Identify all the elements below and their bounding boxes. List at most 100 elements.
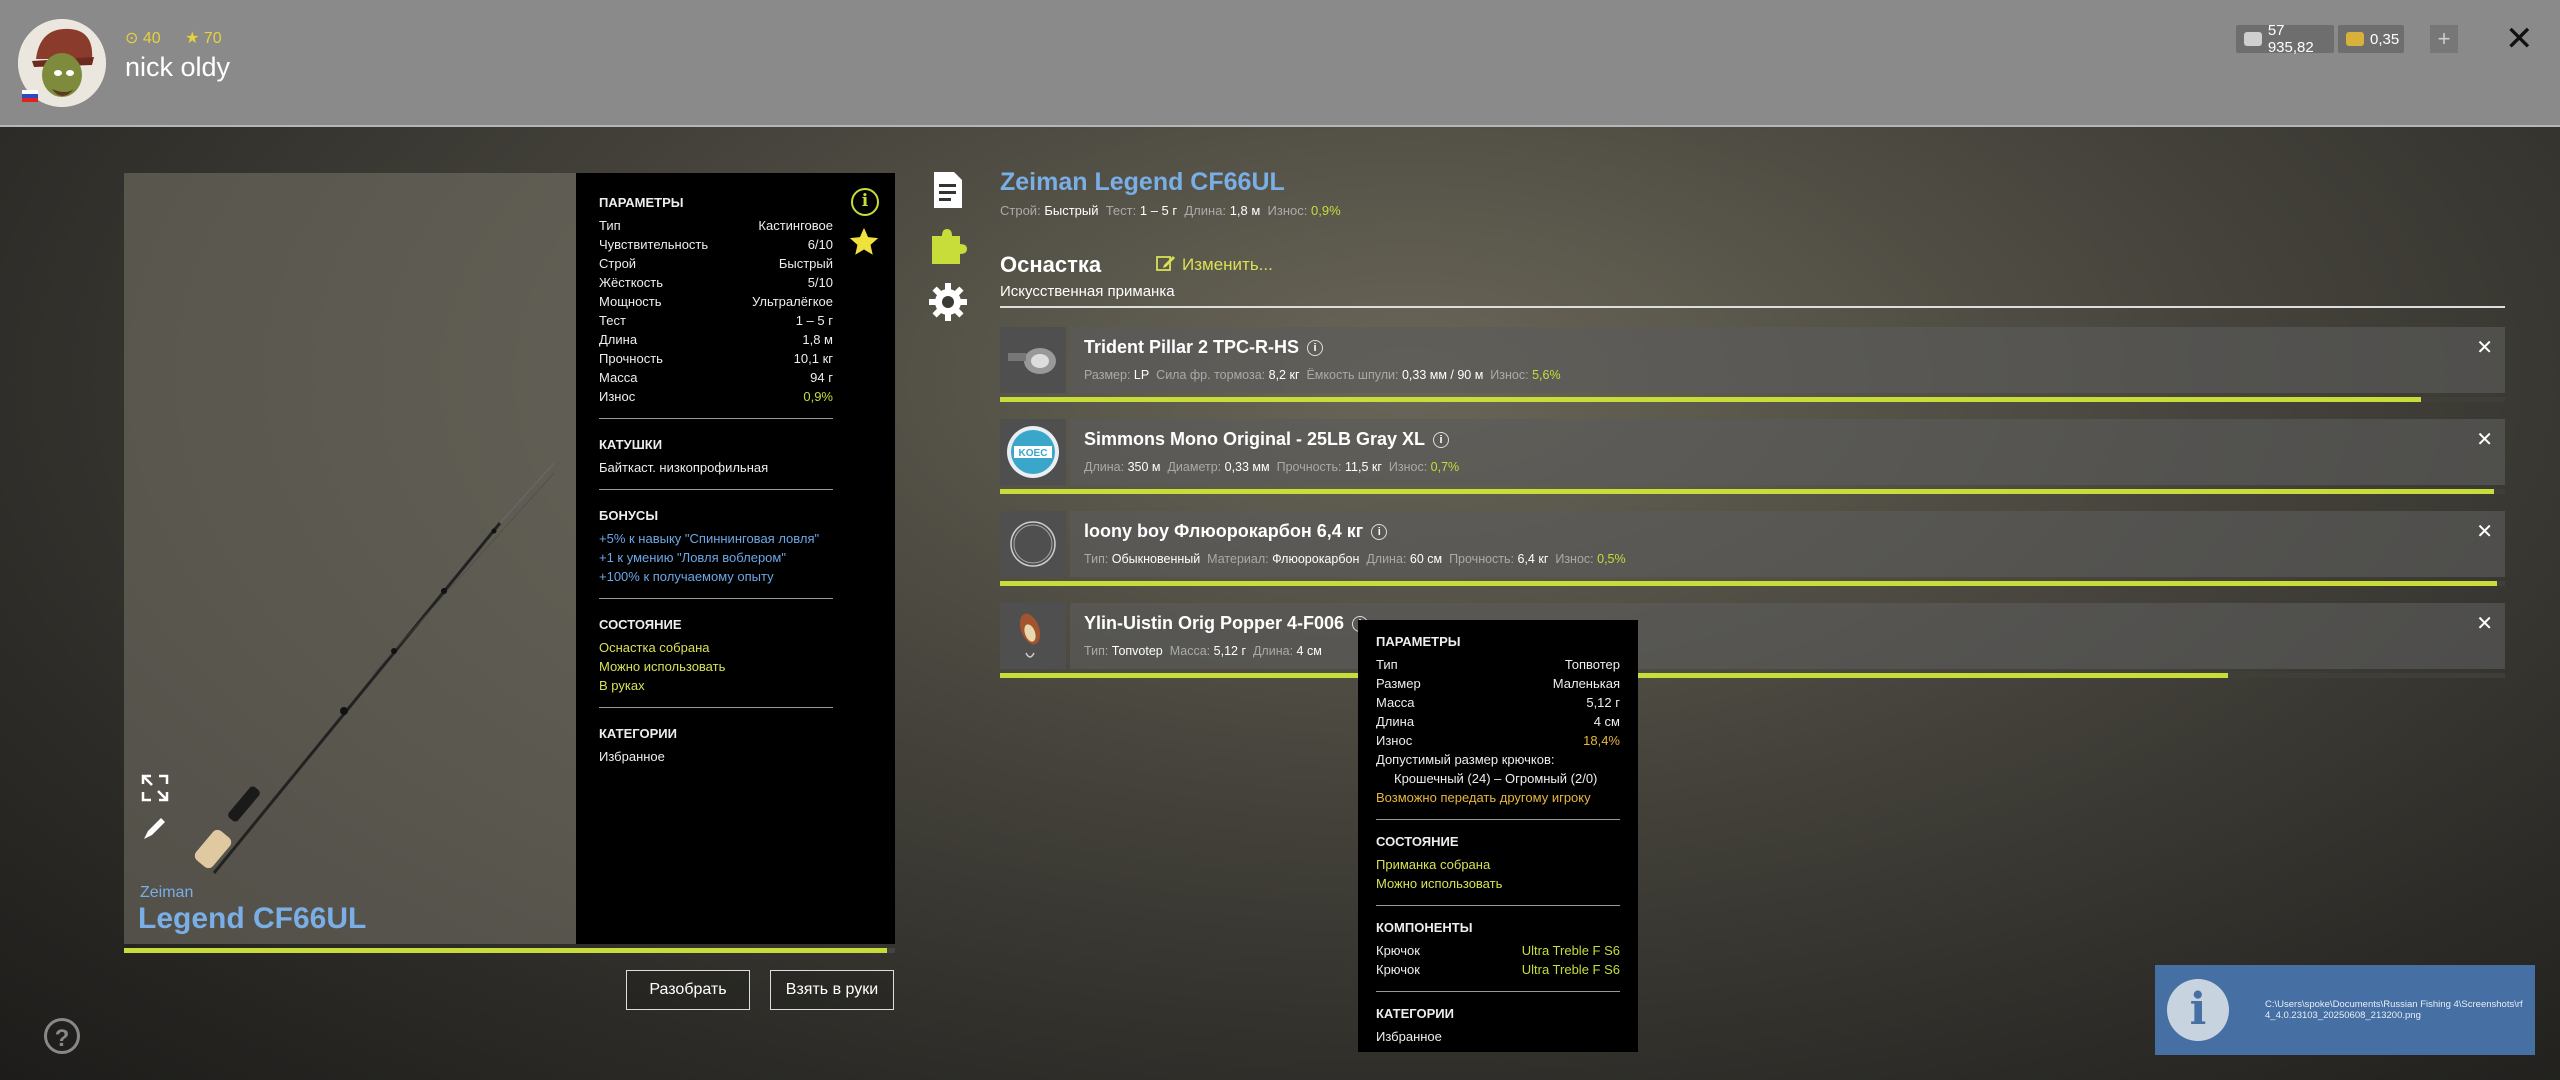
divider <box>599 489 833 490</box>
item-name: Ylin-Uistin Orig Popper 4-F006i <box>1084 613 1369 634</box>
reels-value: Байткаст. низкопрофильная <box>599 460 769 475</box>
tackle-item-lure[interactable]: Ylin-Uistin Orig Popper 4-F006i Тип: Топ… <box>1000 603 2505 669</box>
tooltip-category-title: КАТЕГОРИИ <box>1376 1006 1454 1021</box>
rod-image <box>194 462 555 874</box>
gold-coins-icon <box>2346 32 2364 46</box>
tackle-subtitle: Искусственная приманка <box>1000 283 1175 300</box>
item-name: Trident Pillar 2 TPC-R-HS i <box>1084 337 1324 358</box>
fullscreen-icon[interactable] <box>140 773 170 803</box>
info-icon[interactable]: i <box>1371 524 1388 540</box>
tooltip-row: Размер Маленькая <box>1376 676 1620 691</box>
edit-pencil-icon[interactable] <box>140 813 170 843</box>
item-condition-bar <box>1000 397 2421 402</box>
state-item: Можно использовать <box>1376 876 1503 891</box>
screenshot-notification[interactable]: i C:\Users\spoke\Documents\Russian Fishi… <box>2155 965 2535 1055</box>
item-specs: Тип: Топvotер Масса: 5,12 г Длина: 4 см <box>1084 644 1322 658</box>
transfer-note: Возможно передать другому игроку <box>1376 790 1591 805</box>
puzzle-icon[interactable] <box>928 226 968 266</box>
gear-icon[interactable] <box>928 282 968 322</box>
change-tackle-link[interactable]: Изменить... <box>1156 254 1273 275</box>
bonus-item: +100% к получаемому опыту <box>599 569 774 584</box>
tooltip-components-title: КОМПОНЕНТЫ <box>1376 920 1473 935</box>
lure-thumbnail <box>1000 603 1066 669</box>
tooltip-row: Износ 18,4% <box>1376 733 1620 748</box>
info-icon[interactable]: i <box>1307 340 1324 356</box>
state-item: В руках <box>599 678 645 693</box>
state-title: СОСТОЯНИЕ <box>599 617 682 632</box>
state-item: Приманка собрана <box>1376 857 1491 872</box>
silver-coins-icon <box>2244 32 2262 46</box>
edit-icon <box>1156 254 1176 272</box>
rod-brand: Zeiman <box>140 884 194 901</box>
divider <box>1376 905 1620 906</box>
divider <box>599 598 833 599</box>
param-row: Прочность 10,1 кг <box>599 351 833 366</box>
item-specs: Длина: 350 м Диаметр: 0,33 мм Прочность:… <box>1084 460 1460 474</box>
param-row: Тип Кастинговое <box>599 218 833 233</box>
tackle-item-reel[interactable]: Trident Pillar 2 TPC-R-HS i Размер: LP Си… <box>1000 327 2505 393</box>
divider <box>1376 991 1620 992</box>
param-row: Длина 1,8 м <box>599 332 833 347</box>
tooltip-row: Длина 4 см <box>1376 714 1620 729</box>
tooltip-state-title: СОСТОЯНИЕ <box>1376 834 1459 849</box>
component-row: Крючок Ultra Treble F S6 <box>1376 943 1620 958</box>
item-specs: Тип: Обыкновенный Материал: Флюорокарбон… <box>1084 552 1626 566</box>
info-icon: i <box>2167 979 2229 1041</box>
bonus-title: БОНУСЫ <box>599 508 659 523</box>
tackle-item-line[interactable]: KOEC Simmons Mono Original - 25LB Gray X… <box>1000 419 2505 485</box>
top-bar: ⊙ 40 ★ 70 nick oldy 57 935,82 0,35 + ✕ <box>0 0 2560 127</box>
divider <box>599 707 833 708</box>
category-value: Избранное <box>1376 1029 1442 1044</box>
take-in-hands-button[interactable]: Взять в руки <box>770 970 894 1010</box>
category-title: КАТЕГОРИИ <box>599 726 677 741</box>
favorite-star-icon[interactable] <box>847 225 881 259</box>
param-row: Мощность Ультралёгкое <box>599 294 833 309</box>
line-spool-thumbnail: KOEC <box>1000 419 1066 485</box>
divider <box>599 418 833 419</box>
document-icon[interactable] <box>928 170 968 210</box>
add-currency-button[interactable]: + <box>2430 25 2458 53</box>
rod-model: Legend CF66UL <box>138 902 367 935</box>
param-row: Тест 1 – 5 г <box>599 313 833 328</box>
tackle-title: Оснастка <box>1000 252 1102 277</box>
info-icon[interactable]: i <box>1433 432 1450 448</box>
player-name: nick oldy <box>125 52 231 82</box>
param-row: Износ 0,9% <box>599 389 833 404</box>
state-item: Оснастка собрана <box>599 640 710 655</box>
remove-item-icon[interactable]: ✕ <box>2476 611 2493 636</box>
param-row: Строй Быстрый <box>599 256 833 271</box>
bonus-item: +5% к навыку "Спиннинговая ловля" <box>599 531 820 546</box>
remove-item-icon[interactable]: ✕ <box>2476 427 2493 452</box>
divider <box>1000 306 2505 308</box>
hook-size-value: Крошечный (24) – Огромный (2/0) <box>1394 771 1598 786</box>
params-title: ПАРАМЕТРЫ <box>599 195 684 210</box>
tooltip-params-title: ПАРАМЕТРЫ <box>1376 634 1461 649</box>
help-icon[interactable]: ? <box>44 1018 80 1054</box>
reels-title: КАТУШКИ <box>599 437 663 452</box>
category-value: Избранное <box>599 749 665 764</box>
player-stats: ⊙ 40 ★ 70 <box>125 28 242 48</box>
gold-balance: 0,35 <box>2338 25 2404 53</box>
rod-condition-bar <box>124 948 887 953</box>
close-icon[interactable]: ✕ <box>2505 22 2534 56</box>
remove-item-icon[interactable]: ✕ <box>2476 519 2493 544</box>
tackle-item-leader[interactable]: loony boy Флюорокарбон 6,4 кг i Тип: Обык… <box>1000 511 2505 577</box>
lure-tooltip: ПАРАМЕТРЫ Тип Топвотер Размер Маленькая Ма… <box>1358 620 1638 1052</box>
item-condition-bar <box>1000 489 2494 494</box>
hook-size-label: Допустимый размер крючков: <box>1376 752 1555 767</box>
param-row: Чувствительность 6/10 <box>599 237 833 252</box>
divider <box>1376 819 1620 820</box>
leader-thumbnail <box>1000 511 1066 577</box>
info-icon[interactable]: i <box>851 188 879 216</box>
disassemble-button[interactable]: Разобрать <box>626 970 750 1010</box>
reel-thumbnail <box>1000 327 1066 393</box>
component-row: Крючок Ultra Treble F S6 <box>1376 962 1620 977</box>
item-name: Simmons Mono Original - 25LB Gray XL i <box>1084 429 1450 450</box>
bonus-item: +1 к умению "Ловля воблером" <box>599 550 786 565</box>
rod-specs: Строй: Быстрый Тест: 1 – 5 г Длина: 1,8 … <box>1000 203 1341 218</box>
param-row: Масса 94 г <box>599 370 833 385</box>
state-item: Можно использовать <box>599 659 726 674</box>
rod-title: Zeiman Legend CF66UL <box>1000 168 1285 196</box>
item-condition-bar <box>1000 581 2497 586</box>
remove-item-icon[interactable]: ✕ <box>2476 335 2493 360</box>
